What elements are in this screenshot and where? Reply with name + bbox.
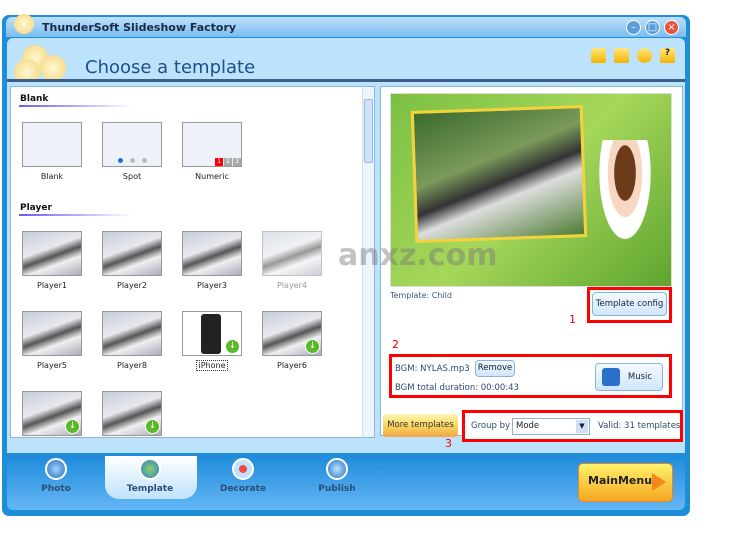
chevron-down-icon[interactable]: ▼ — [576, 420, 588, 433]
window-title: ThunderSoft Slideshow Factory — [42, 21, 237, 34]
template-label: Numeric — [195, 172, 229, 181]
folder-icon[interactable] — [591, 48, 606, 63]
section-underline — [19, 214, 134, 216]
template-icon — [139, 458, 161, 480]
photo-icon — [45, 458, 67, 480]
group-by-value: Mode — [516, 421, 540, 431]
template-thumb-player6[interactable]: ↓ — [262, 311, 322, 356]
template-thumb-player3[interactable] — [182, 231, 242, 276]
header-logo-icon — [12, 45, 82, 79]
template-label: Player4 — [277, 281, 307, 290]
heart-icon — [232, 458, 254, 480]
template-label: Blank — [40, 172, 64, 181]
main-menu-label: MainMenu — [588, 474, 653, 487]
remove-bgm-button[interactable]: Remove — [475, 360, 515, 377]
minimize-button[interactable]: – — [626, 20, 641, 35]
tab-template[interactable]: Template — [110, 458, 190, 494]
template-thumb-player1[interactable] — [22, 231, 82, 276]
template-name: Template: Child — [390, 291, 452, 300]
section-underline — [19, 105, 134, 107]
download-icon: ↓ — [145, 419, 160, 434]
template-label-selected: iPhone — [196, 360, 228, 371]
restore-button[interactable]: □ — [645, 20, 660, 35]
arrow-right-icon — [652, 473, 666, 491]
bgm-duration: BGM total duration: 00:00:43 — [395, 383, 519, 393]
annotation-3: 3 — [445, 437, 452, 450]
template-thumb-player5[interactable] — [22, 311, 82, 356]
template-label: Player1 — [37, 281, 67, 290]
download-icon: ↓ — [225, 339, 240, 354]
globe-icon — [326, 458, 348, 480]
tab-publish[interactable]: Publish — [297, 458, 377, 494]
header-divider — [7, 79, 685, 82]
download-icon: ↓ — [305, 339, 320, 354]
section-title-blank: Blank — [20, 94, 49, 104]
main-menu-button[interactable]: MainMenu — [578, 463, 673, 502]
close-button[interactable]: × — [664, 20, 679, 35]
template-thumb-spot[interactable] — [102, 122, 162, 167]
download-icon: ↓ — [65, 419, 80, 434]
preview-photo — [410, 105, 588, 243]
tab-photo[interactable]: Photo — [16, 458, 96, 494]
template-thumb-blank[interactable] — [22, 122, 82, 167]
template-thumb-numeric[interactable]: 1 2 3 — [182, 122, 242, 167]
bulb-icon[interactable] — [637, 48, 652, 63]
annotation-1: 1 — [569, 313, 576, 326]
template-config-button[interactable]: Template config — [592, 292, 667, 316]
group-by-select[interactable]: Mode ▼ — [512, 418, 590, 435]
bgm-file: BGM: NYLAS.mp3 — [395, 364, 470, 374]
template-label: Player3 — [197, 281, 227, 290]
page-title: Choose a template — [85, 57, 256, 78]
cartoon-girl-image — [595, 140, 655, 250]
group-by-label: Group by — [471, 421, 511, 431]
annotation-2: 2 — [392, 338, 399, 351]
music-add-icon — [602, 368, 620, 386]
help-icon[interactable]: ? — [660, 48, 675, 63]
template-label: Player6 — [277, 361, 307, 370]
section-title-player: Player — [20, 203, 52, 213]
template-thumb-player8[interactable] — [102, 311, 162, 356]
tab-decorate[interactable]: Decorate — [203, 458, 283, 494]
app-logo-icon — [14, 14, 34, 34]
save-icon[interactable] — [614, 48, 629, 63]
template-thumb[interactable]: ↓ — [102, 391, 162, 436]
template-label: Player8 — [117, 361, 147, 370]
template-thumb-iphone[interactable]: ↓ — [182, 311, 242, 356]
more-templates-button[interactable]: More templates — [383, 414, 458, 437]
watermark: anxz.com — [338, 238, 498, 273]
template-thumb-player4[interactable] — [262, 231, 322, 276]
valid-count: Valid: 31 templates — [598, 421, 681, 431]
template-label: Player2 — [117, 281, 147, 290]
music-button-label: Music — [627, 372, 653, 382]
scrollbar-thumb[interactable] — [364, 99, 373, 163]
template-label: Spot — [122, 172, 142, 181]
template-thumb[interactable]: ↓ — [22, 391, 82, 436]
template-label: Player5 — [37, 361, 67, 370]
template-thumb-player2[interactable] — [102, 231, 162, 276]
music-button[interactable]: Music — [595, 363, 663, 391]
